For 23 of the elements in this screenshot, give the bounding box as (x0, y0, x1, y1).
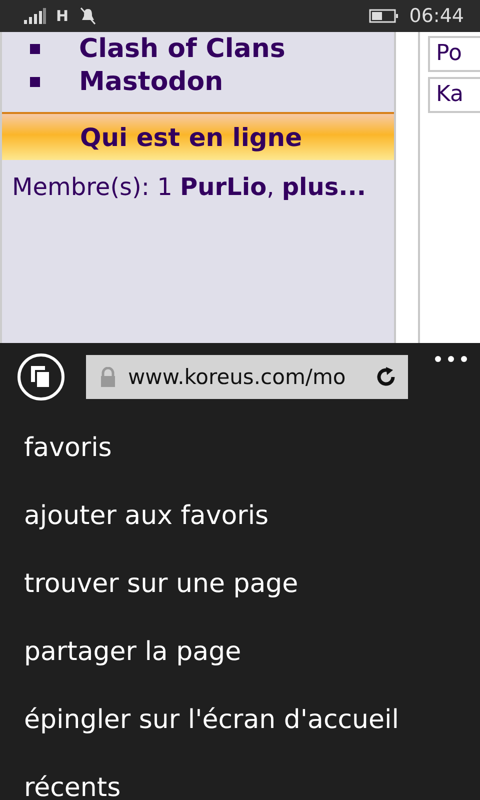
more-icon[interactable] (434, 355, 468, 363)
signal-icon (24, 8, 46, 24)
clock: 06:44 (409, 5, 464, 27)
online-members-text: Membre(s): 1 PurLio, plus... (11, 172, 367, 203)
side-field[interactable]: Ka (428, 77, 480, 113)
menu-item[interactable]: favoris (24, 433, 480, 501)
menu-item[interactable]: partager la page (24, 637, 480, 705)
game-link[interactable]: Mastodon (79, 66, 224, 96)
lock-icon (100, 366, 116, 386)
battery-icon (369, 9, 400, 23)
network-type: H (56, 7, 69, 25)
menu-item[interactable]: épingler sur l'écran d'accueil (24, 705, 480, 773)
bullet-icon (30, 76, 40, 86)
menu-item[interactable]: trouver sur une page (24, 569, 480, 637)
section-header: Qui est en ligne (2, 112, 394, 160)
menu-item[interactable]: récents (24, 773, 480, 800)
side-field[interactable]: Po (428, 36, 480, 72)
game-link[interactable]: Clash of Clans (79, 34, 286, 64)
bell-off-icon (78, 7, 97, 25)
bullet-icon (30, 44, 40, 54)
address-field[interactable]: www.koreus.com/mo (86, 354, 408, 398)
tabs-icon[interactable] (17, 352, 65, 400)
menu-item[interactable]: ajouter aux favoris (24, 501, 480, 569)
